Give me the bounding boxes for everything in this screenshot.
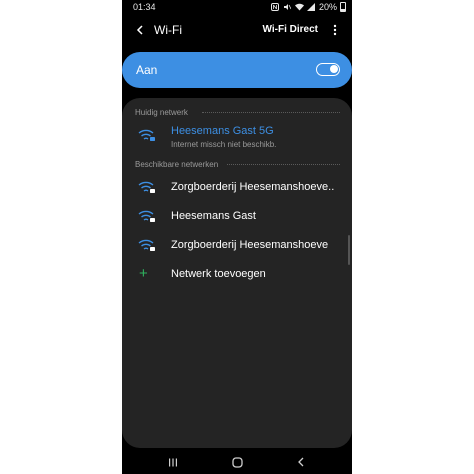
back-icon[interactable] [132, 22, 148, 38]
plus-icon: + [139, 265, 148, 282]
add-network-row[interactable]: + Netwerk toevoegen [122, 265, 352, 285]
battery-percent: 20% [318, 2, 337, 12]
section-divider [202, 112, 340, 113]
wifi-direct-button[interactable]: Wi-Fi Direct [263, 24, 318, 35]
wifi-switch[interactable] [316, 63, 340, 76]
wifi-lock-icon [138, 181, 155, 193]
wifi-lock-icon [138, 210, 155, 222]
section-current-network: Huidig netwerk [135, 108, 188, 117]
network-row[interactable]: Zorgboerderij Heesemanshoeve.. [122, 178, 352, 198]
more-icon[interactable] [330, 22, 340, 38]
phone-screen: 01:34 20% Wi-Fi Wi-Fi Direct Aan Huidig … [122, 0, 352, 474]
status-time: 01:34 [133, 2, 156, 12]
network-name: Zorgboerderij Heesemanshoeve [171, 239, 329, 251]
app-bar: Wi-Fi Wi-Fi Direct [122, 16, 352, 44]
status-bar: 01:34 20% [122, 0, 352, 14]
battery-icon [340, 2, 346, 12]
wifi-master-toggle[interactable]: Aan [122, 52, 352, 88]
wifi-status-icon [294, 3, 304, 12]
network-row[interactable]: Zorgboerderij Heesemanshoeve [122, 236, 352, 256]
network-row[interactable]: Heesemans Gast [122, 207, 352, 227]
nfc-icon [271, 3, 280, 12]
signal-icon [307, 3, 316, 12]
section-available-networks: Beschikbare netwerken [135, 160, 219, 169]
switch-knob [330, 65, 338, 73]
section-divider [227, 164, 340, 165]
scroll-indicator[interactable] [348, 235, 350, 265]
nav-back-icon[interactable] [294, 455, 308, 469]
network-name: Zorgboerderij Heesemanshoeve.. [171, 181, 335, 193]
current-network-status: Internet missch niet beschikb. [171, 140, 277, 149]
status-icons: 20% [271, 2, 346, 12]
wifi-lock-icon [138, 129, 155, 141]
wifi-lock-icon [138, 239, 155, 251]
master-toggle-label: Aan [136, 63, 158, 77]
home-icon[interactable] [229, 455, 245, 469]
mute-icon [283, 3, 292, 12]
recents-icon[interactable] [166, 455, 180, 469]
current-network-name: Heesemans Gast 5G [171, 125, 274, 137]
page-title: Wi-Fi [154, 23, 182, 37]
navigation-bar [122, 450, 352, 474]
network-name: Heesemans Gast [171, 210, 256, 222]
current-network-row[interactable]: Heesemans Gast 5G Internet missch niet b… [122, 122, 352, 152]
add-network-label: Netwerk toevoegen [171, 268, 266, 280]
network-list-card: Huidig netwerk Heesemans Gast 5G Interne… [122, 98, 352, 448]
